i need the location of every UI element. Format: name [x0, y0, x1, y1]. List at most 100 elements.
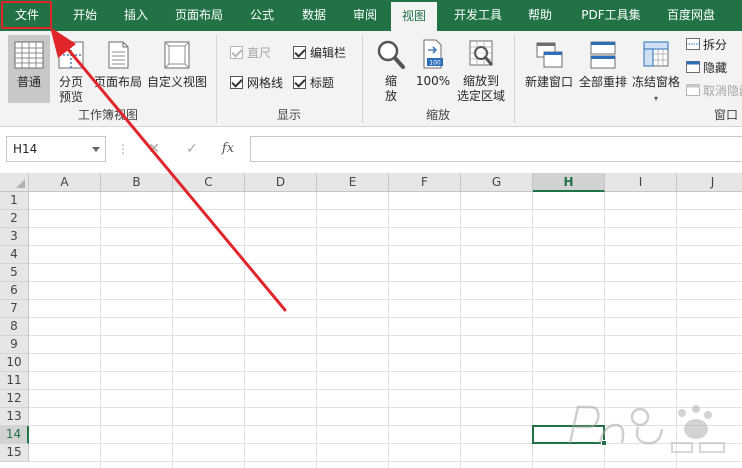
column-header-c[interactable]: C: [173, 173, 245, 192]
tab-home[interactable]: 开始: [58, 0, 112, 31]
new-window-label: 新建窗口: [524, 75, 573, 89]
tab-page-layout[interactable]: 页面布局: [164, 0, 234, 31]
arrange-all-icon: [590, 41, 616, 69]
select-all-button[interactable]: [0, 173, 29, 192]
arrange-all-button[interactable]: 全部重排: [577, 35, 629, 103]
zoom-label-1: 缩: [384, 74, 397, 88]
column-header-d[interactable]: D: [245, 173, 317, 192]
page-break-preview-button[interactable]: 分页 预览: [53, 35, 89, 104]
formula-bar-checkbox[interactable]: 编辑栏: [293, 44, 346, 62]
row-gridline: [29, 317, 742, 318]
tab-review[interactable]: 审阅: [342, 0, 388, 31]
column-header-f[interactable]: F: [389, 173, 461, 192]
page-layout-view-icon: [108, 41, 129, 69]
workbook-views-group-label: 工作簿视图: [77, 108, 138, 122]
watermark-logo-icon: [568, 405, 725, 453]
unhide-icon: [686, 84, 700, 96]
formula-bar-grip-icon[interactable]: ⋮: [117, 139, 129, 159]
name-box[interactable]: H14: [6, 136, 106, 162]
column-gridline: [244, 192, 245, 468]
tab-insert[interactable]: 插入: [112, 0, 160, 31]
column-gridline: [100, 192, 101, 468]
row-header-3[interactable]: 3: [0, 228, 29, 246]
insert-function-button[interactable]: fx: [216, 137, 240, 161]
split-icon: [686, 38, 700, 50]
zoom-100-button[interactable]: 100 100%: [413, 35, 453, 103]
row-header-11[interactable]: 11: [0, 372, 29, 390]
unhide-button[interactable]: 取消隐藏: [686, 82, 742, 100]
headings-checkbox[interactable]: 标题: [293, 74, 334, 92]
file-tab-highlight-box: [1, 1, 52, 29]
hide-button[interactable]: 隐藏: [686, 59, 727, 77]
magnifier-icon: [377, 40, 405, 69]
custom-views-icon: [164, 41, 190, 69]
freeze-panes-dropdown-icon: ▾: [653, 94, 658, 103]
window-group-label: 窗口: [713, 108, 738, 122]
formula-bar: H14 ⋮ ✕ ✓ fx: [0, 127, 742, 173]
row-header-10[interactable]: 10: [0, 354, 29, 372]
tab-data[interactable]: 数据: [290, 0, 338, 31]
zoom-button[interactable]: 缩 放: [372, 35, 410, 103]
page-layout-view-button[interactable]: 页面布局: [92, 35, 144, 103]
row-header-1[interactable]: 1: [0, 192, 29, 210]
cancel-entry-button[interactable]: ✕: [142, 137, 166, 161]
zoom-to-selection-button[interactable]: 缩放到 选定区域: [455, 35, 507, 103]
freeze-panes-icon: [643, 41, 669, 67]
tab-help[interactable]: 帮助: [514, 0, 566, 31]
column-header-h[interactable]: H: [533, 173, 605, 192]
row-gridline: [29, 461, 742, 462]
hide-label: 隐藏: [703, 61, 728, 75]
split-button[interactable]: 拆分: [686, 36, 727, 54]
row-header-7[interactable]: 7: [0, 300, 29, 318]
row-header-5[interactable]: 5: [0, 264, 29, 282]
hide-icon: [686, 61, 700, 73]
confirm-entry-button[interactable]: ✓: [180, 137, 204, 161]
chevron-down-icon[interactable]: [92, 147, 100, 152]
zoom-100-label: 100%: [415, 74, 451, 88]
row-header-13[interactable]: 13: [0, 408, 29, 426]
freeze-panes-button[interactable]: 冻结窗格 ▾: [630, 35, 682, 103]
new-window-button[interactable]: 新建窗口: [522, 35, 576, 103]
page-break-preview-icon: [58, 41, 84, 69]
formula-input[interactable]: [250, 136, 742, 162]
row-header-8[interactable]: 8: [0, 318, 29, 336]
zoom-to-selection-label-2: 选定区域: [456, 89, 505, 103]
zoom-group-label: 缩放: [425, 108, 450, 122]
column-header-j[interactable]: J: [677, 173, 742, 192]
column-header-a[interactable]: A: [29, 173, 101, 192]
row-header-6[interactable]: 6: [0, 282, 29, 300]
custom-views-button[interactable]: 自定义视图: [146, 35, 208, 103]
normal-view-button[interactable]: 普通: [8, 35, 50, 103]
row-header-12[interactable]: 12: [0, 390, 29, 408]
tab-formulas[interactable]: 公式: [238, 0, 286, 31]
row-header-4[interactable]: 4: [0, 246, 29, 264]
row-header-2[interactable]: 2: [0, 210, 29, 228]
ruler-label: 直尺: [247, 46, 272, 60]
column-header-e[interactable]: E: [317, 173, 389, 192]
page-layout-view-label: 页面布局: [93, 75, 142, 89]
ruler-checkbox[interactable]: 直尺: [230, 44, 271, 62]
column-header-i[interactable]: I: [605, 173, 677, 192]
column-header-g[interactable]: G: [461, 173, 533, 192]
row-header-9[interactable]: 9: [0, 336, 29, 354]
column-gridline: [460, 192, 461, 468]
column-header-b[interactable]: B: [101, 173, 173, 192]
freeze-panes-label: 冻结窗格: [631, 75, 680, 89]
headings-label: 标题: [310, 76, 335, 90]
row-gridline: [29, 371, 742, 372]
tab-baidu-netdisk[interactable]: 百度网盘: [656, 0, 726, 31]
tab-developer[interactable]: 开发工具: [445, 0, 511, 31]
column-gridline: [172, 192, 173, 468]
gridlines-checkbox[interactable]: 网格线: [230, 74, 283, 92]
tab-pdf-tools[interactable]: PDF工具集: [572, 0, 650, 31]
arrange-all-label: 全部重排: [578, 75, 627, 89]
page-break-preview-label-1: 分页: [58, 75, 83, 89]
ribbon-view-panel: 普通 分页 预览 页面布局 自定义视图 工作簿视图 直尺 编辑栏 网格线 标题 …: [0, 31, 742, 127]
tab-view[interactable]: 视图: [391, 2, 437, 31]
page-break-preview-label-2: 预览: [58, 90, 83, 104]
row-header-14[interactable]: 14: [0, 426, 29, 444]
formula-bar-label: 编辑栏: [310, 46, 347, 60]
row-gridline: [29, 281, 742, 282]
zoom-to-selection-icon: [469, 40, 493, 66]
row-header-15[interactable]: 15: [0, 444, 29, 462]
